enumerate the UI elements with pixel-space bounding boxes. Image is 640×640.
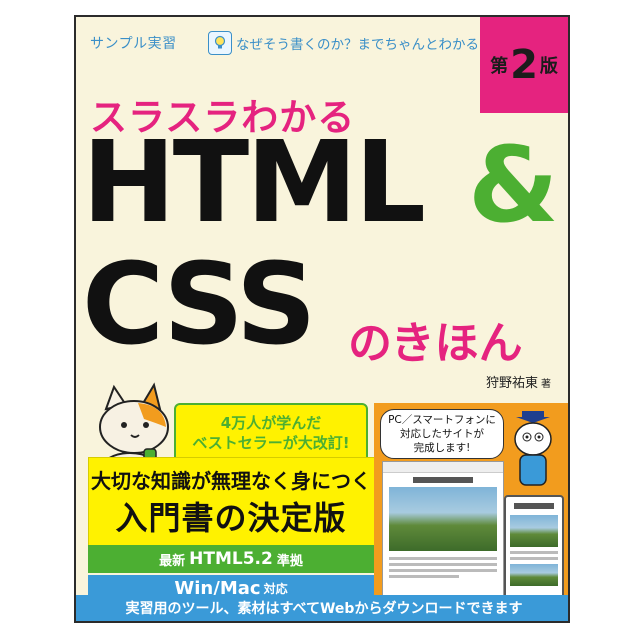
- edition-badge: 第 2 版: [480, 17, 568, 113]
- decisive-text: 入門書の決定版: [115, 499, 347, 537]
- phone-screenshot: [504, 495, 564, 599]
- author: 狩野祐東著: [486, 372, 551, 391]
- html-version-bar: 最新 HTML5.2 準拠: [88, 545, 374, 573]
- html-version-prefix: 最新: [159, 553, 186, 569]
- sample-label: サンプル実習: [90, 36, 177, 52]
- speech-line3: 完成します!: [413, 442, 471, 454]
- speech-bubble: PC／スマートフォンに 対応したサイトが 完成します!: [380, 409, 504, 459]
- author-name: 狩野祐東: [486, 376, 539, 391]
- bestseller-badge: 4万人が学んだ ベストセラーが大改訂!: [174, 403, 368, 463]
- html-version-name: HTML5.2: [189, 549, 273, 569]
- book-cover: サンプル実習 なぜそう書くのか？までちゃんとわかる 第 2 版 スラスラわかる …: [74, 15, 570, 623]
- bestseller-line2: ベストセラーが大改訂!: [192, 434, 350, 452]
- tip-row: なぜそう書くのか？までちゃんとわかる: [208, 31, 479, 55]
- platform-suffix: 対応: [263, 581, 288, 596]
- edition-suffix: 版: [539, 56, 558, 77]
- bestseller-line1: 4万人が学んだ: [220, 414, 322, 432]
- title-html: HTML: [82, 118, 426, 248]
- edition-prefix: 第: [490, 56, 509, 77]
- lightbulb-icon: [208, 31, 232, 55]
- tip-text: なぜそう書くのか？までちゃんとわかる: [236, 37, 479, 53]
- title-suffix: のきほん: [348, 318, 523, 369]
- edition-number: 2: [510, 42, 538, 88]
- tagline: 大切な知識が無理なく身につく: [91, 469, 371, 493]
- author-role: 著: [541, 379, 552, 390]
- speech-line1: PC／スマートフォンに: [388, 414, 496, 426]
- title-css: CSS: [82, 240, 317, 370]
- bottom-banner: 実習用のツール、素材はすべてWebからダウンロードできます: [76, 595, 568, 621]
- speech-line2: 対応したサイトが: [400, 428, 484, 440]
- title-ampersand: &: [468, 124, 559, 246]
- html-version-suffix: 準拠: [276, 553, 303, 569]
- mascot-illustration: [514, 411, 552, 486]
- pc-screenshot: [382, 461, 504, 597]
